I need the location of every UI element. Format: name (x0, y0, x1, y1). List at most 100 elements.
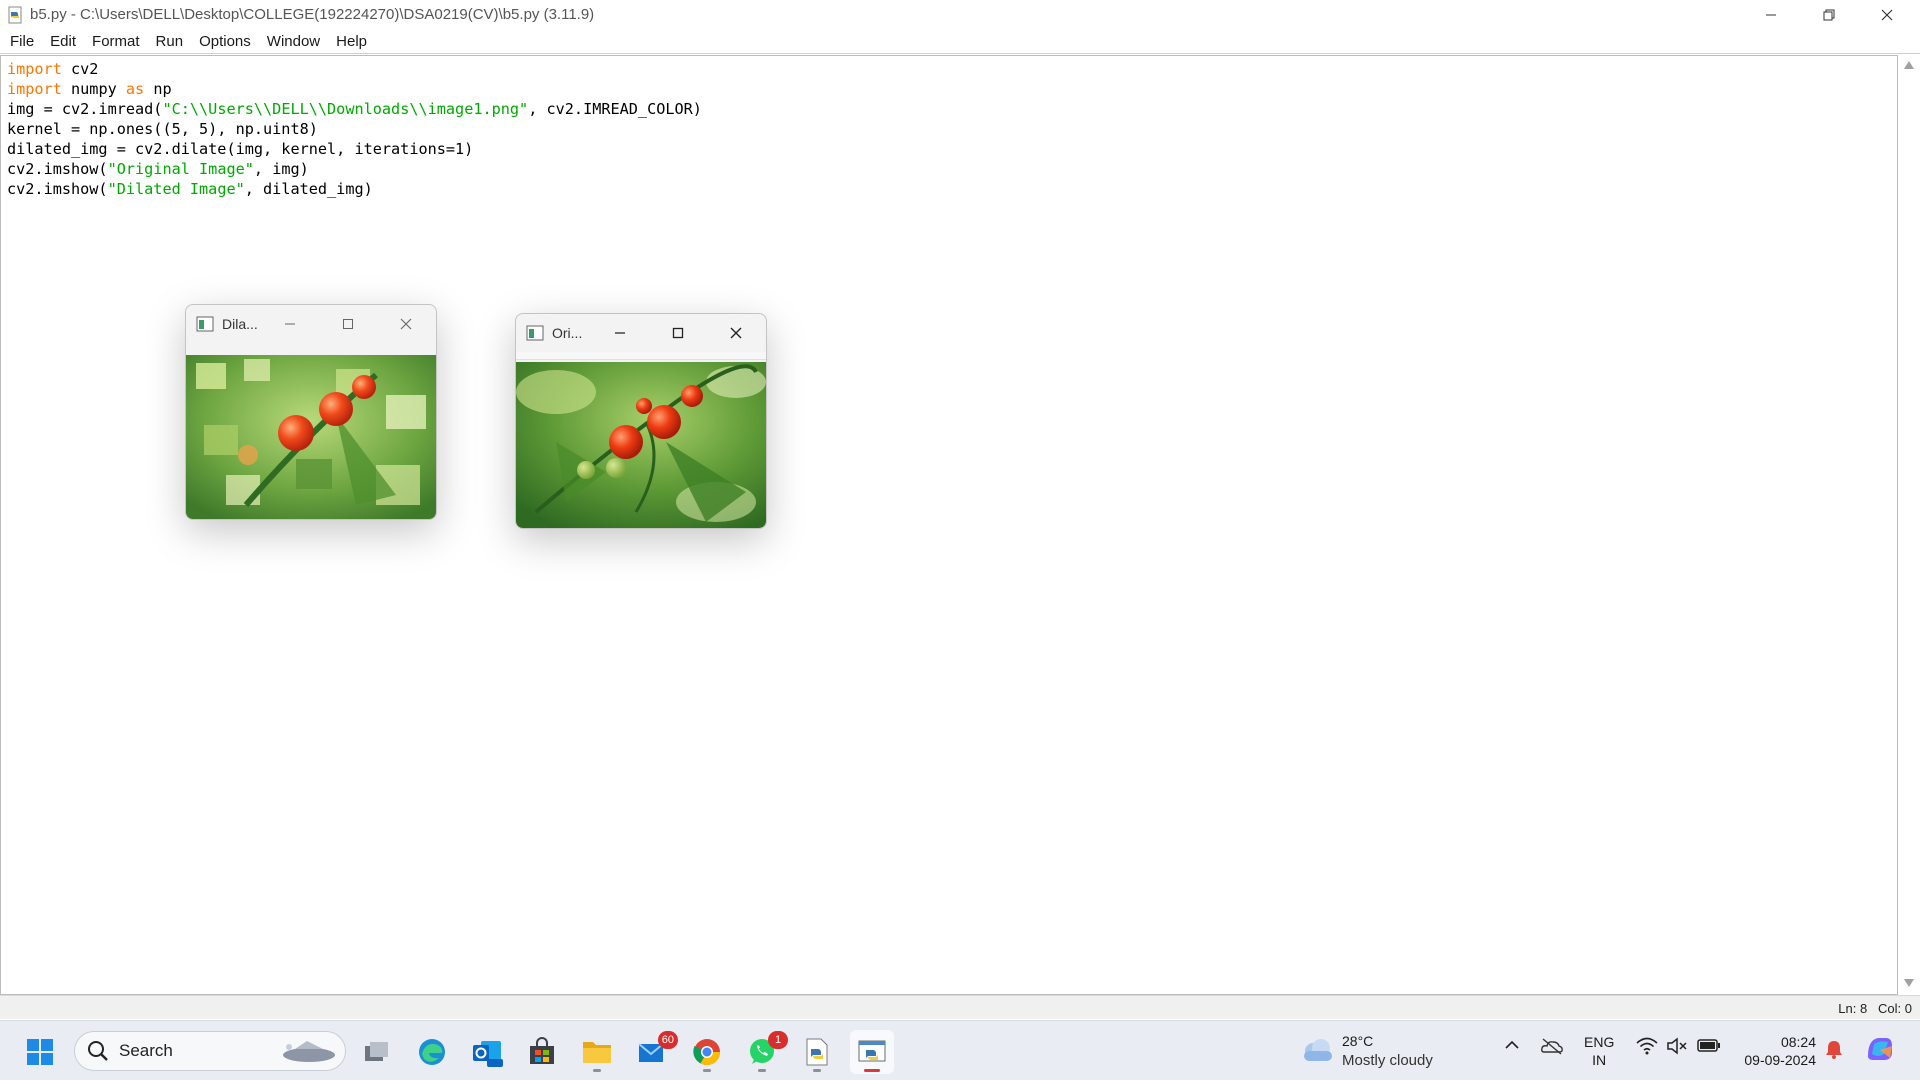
dilated-close-button[interactable] (394, 313, 418, 335)
minimize-button[interactable] (1742, 0, 1800, 29)
code-token: , img) (253, 160, 309, 178)
code-string: "C:\\Users\\DELL\\Downloads\\image1.png" (162, 100, 529, 118)
mail-button[interactable]: 60 (630, 1030, 678, 1074)
code-token: cv2.imshow( (7, 160, 108, 178)
mail-badge: 60 (657, 1031, 678, 1049)
code-line[interactable]: import cv2 (7, 59, 702, 79)
file-explorer-button[interactable] (575, 1030, 619, 1074)
taskbar: Search 60 1 28°C Mostly cloudy ENG IN 08… (0, 1020, 1920, 1080)
clock-date: 09-09-2024 (1744, 1052, 1816, 1068)
close-button[interactable] (1858, 0, 1916, 29)
dilated-maximize-button[interactable] (336, 313, 360, 335)
minimize-icon (285, 323, 295, 325)
code-line[interactable]: kernel = np.ones((5, 5), np.uint8) (7, 119, 702, 139)
chrome-button[interactable] (685, 1030, 729, 1074)
close-icon (400, 318, 412, 330)
edge-button[interactable] (410, 1030, 454, 1074)
whatsapp-badge: 1 (768, 1031, 788, 1049)
original-tomato-image (516, 362, 766, 528)
code-string: "Original Image" (107, 160, 254, 178)
weather-condition: Mostly cloudy (1342, 1052, 1433, 1069)
vertical-scrollbar[interactable] (1898, 55, 1920, 995)
task-view-icon (365, 1042, 388, 1061)
search-box[interactable]: Search (74, 1031, 346, 1071)
code-text[interactable]: import cv2 import numpy as np img = cv2.im… (7, 59, 702, 199)
battery-icon[interactable] (1697, 1037, 1721, 1053)
title-bar: b5.py - C:\Users\DELL\Desktop\COLLEGE(19… (0, 0, 1920, 29)
menu-format[interactable]: Format (84, 31, 148, 52)
menu-file[interactable]: File (2, 31, 42, 52)
search-icon (88, 1041, 108, 1061)
code-token: cv2.imshow( (7, 180, 108, 198)
original-image-window[interactable]: Ori... (515, 313, 767, 529)
opencv-window-icon (526, 325, 544, 341)
python-file-icon (8, 6, 22, 23)
menu-help[interactable]: Help (328, 31, 375, 52)
task-view-button[interactable] (355, 1030, 399, 1074)
scroll-down-icon[interactable] (1904, 979, 1914, 987)
active-indicator (864, 1069, 880, 1072)
weather-temperature: 28°C (1342, 1033, 1374, 1049)
menu-options[interactable]: Options (191, 31, 259, 52)
dilated-image-window[interactable]: Dila... (185, 304, 437, 520)
restore-button[interactable] (1800, 0, 1858, 29)
onedrive-offline-icon[interactable] (1540, 1037, 1564, 1055)
original-window-titlebar[interactable]: Ori... (516, 314, 766, 352)
chrome-icon (693, 1039, 721, 1066)
start-button[interactable] (18, 1030, 62, 1074)
code-token: dilated_img = cv2.dilate(img, kernel, it… (7, 140, 474, 158)
original-window-title: Ori... (552, 325, 583, 341)
menu-window[interactable]: Window (259, 31, 328, 52)
code-line[interactable]: img = cv2.imread("C:\\Users\\DELL\\Downl… (7, 99, 702, 119)
dilated-window-titlebar[interactable]: Dila... (186, 305, 436, 343)
clock[interactable]: 08:24 09-09-2024 (1736, 1033, 1816, 1069)
maximize-icon (672, 327, 684, 339)
code-editor[interactable]: import cv2 import numpy as np img = cv2.im… (0, 55, 1898, 995)
code-token: np (144, 80, 172, 98)
code-line[interactable]: dilated_img = cv2.dilate(img, kernel, it… (7, 139, 702, 159)
code-token: , dilated_img) (244, 180, 373, 198)
weather-widget[interactable]: 28°C Mostly cloudy (1300, 1031, 1433, 1071)
code-line[interactable]: cv2.imshow("Dilated Image", dilated_img) (7, 179, 702, 199)
dilated-minimize-button[interactable] (278, 313, 302, 335)
code-token: , cv2.IMREAD_COLOR) (528, 100, 702, 118)
code-line[interactable]: cv2.imshow("Original Image", img) (7, 159, 702, 179)
original-maximize-button[interactable] (666, 322, 690, 344)
wifi-icon[interactable] (1636, 1037, 1658, 1055)
search-highlight-icon (283, 1041, 335, 1062)
clock-time: 08:24 (1780, 1034, 1816, 1050)
copilot-icon[interactable] (1864, 1034, 1896, 1064)
scroll-up-icon[interactable] (1904, 61, 1914, 69)
idle-button[interactable] (850, 1030, 894, 1074)
code-token: cv2 (61, 60, 99, 78)
running-indicator (758, 1069, 766, 1072)
code-keyword: import (7, 60, 62, 78)
store-button[interactable] (520, 1030, 564, 1074)
folder-icon (583, 1042, 611, 1063)
menu-run[interactable]: Run (148, 31, 192, 52)
running-indicator (703, 1069, 711, 1072)
whatsapp-button[interactable]: 1 (740, 1030, 788, 1074)
close-icon (730, 327, 742, 339)
original-close-button[interactable] (724, 322, 748, 344)
python-file-icon (806, 1038, 828, 1066)
language-code: ENG (1584, 1034, 1615, 1050)
cloud-icon (1304, 1039, 1332, 1061)
language-indicator[interactable]: ENG IN (1584, 1033, 1614, 1069)
minimize-icon (615, 332, 625, 334)
menu-edit[interactable]: Edit (42, 31, 84, 52)
volume-muted-icon[interactable] (1666, 1037, 1688, 1055)
code-keyword: as (125, 80, 145, 98)
notification-bell-icon[interactable] (1825, 1039, 1843, 1059)
code-line[interactable]: import numpy as np (7, 79, 702, 99)
outlook-icon (473, 1041, 503, 1067)
outlook-button[interactable] (465, 1030, 509, 1074)
code-string: "Dilated Image" (107, 180, 245, 198)
minimize-icon (1766, 14, 1776, 15)
code-token: kernel = np.ones((5, 5), np.uint8) (7, 120, 318, 138)
dilated-tomato-image (186, 355, 436, 519)
search-label: Search (119, 1041, 173, 1060)
chevron-up-icon[interactable] (1504, 1037, 1520, 1053)
original-minimize-button[interactable] (608, 322, 632, 344)
python-file-button[interactable] (795, 1030, 839, 1074)
